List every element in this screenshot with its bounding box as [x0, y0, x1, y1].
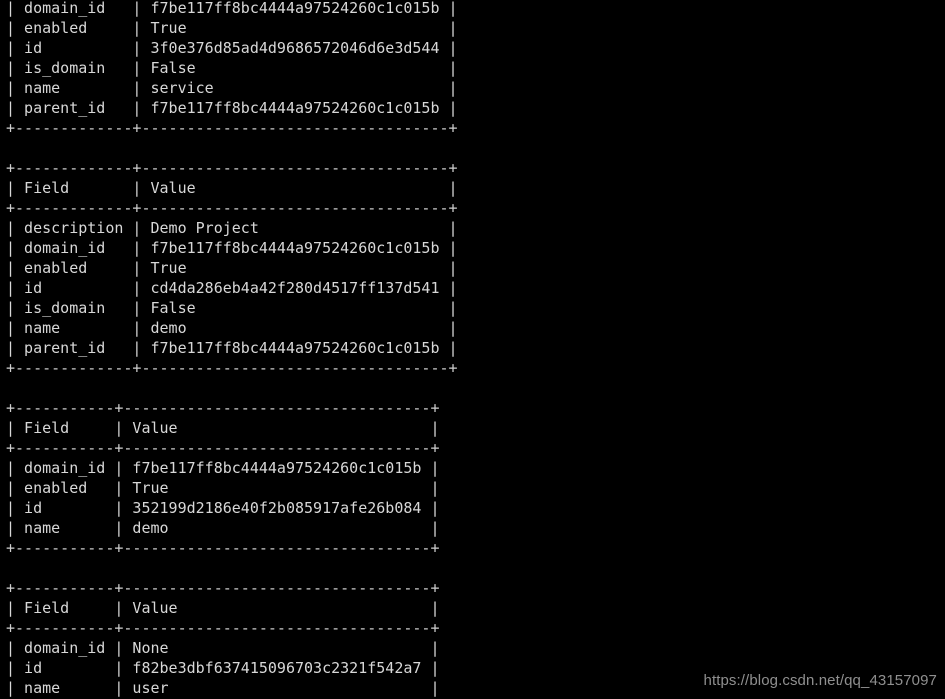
table-row-line: | description | Demo Project | — [6, 219, 458, 237]
table-rule-line: +-------------+-------------------------… — [6, 119, 458, 137]
table-row-line: | id | 352199d2186e40f2b085917afe26b084 … — [6, 499, 440, 517]
table-row-line: | parent_id | f7be117ff8bc4444a97524260c… — [6, 99, 458, 117]
table-row-line: | id | cd4da286eb4a42f280d4517ff137d541 … — [6, 279, 458, 297]
table-row-line: | is_domain | False | — [6, 299, 458, 317]
table-row-line: | name | demo | — [6, 519, 440, 537]
watermark-url: https://blog.csdn.net/qq_43157097 — [703, 672, 937, 689]
terminal-window[interactable]: | domain_id | f7be117ff8bc4444a97524260c… — [0, 0, 945, 699]
table-row-line: | is_domain | False | — [6, 59, 458, 77]
table-row-line: | name | demo | — [6, 319, 458, 337]
table-row-line: | enabled | True | — [6, 19, 458, 37]
table-row-line: | enabled | True | — [6, 259, 458, 277]
table-row-line: | domain_id | f7be117ff8bc4444a97524260c… — [6, 239, 458, 257]
table-rule-line: +-----------+---------------------------… — [6, 399, 440, 417]
table-row-line: | id | 3f0e376d85ad4d9686572046d6e3d544 … — [6, 39, 458, 57]
table-rule-line: +-------------+-------------------------… — [6, 359, 458, 377]
table-rule-line: +-------------+-------------------------… — [6, 159, 458, 177]
terminal-scrollback[interactable]: | domain_id | f7be117ff8bc4444a97524260c… — [6, 0, 945, 699]
table-row-line: | domain_id | None | — [6, 639, 440, 657]
table-row-line: | parent_id | f7be117ff8bc4444a97524260c… — [6, 339, 458, 357]
table-rule-line: +-----------+---------------------------… — [6, 539, 440, 557]
table-row-line: | Field | Value | — [6, 599, 440, 617]
table-row-line: | Field | Value | — [6, 179, 458, 197]
table-row-line: | domain_id | f7be117ff8bc4444a97524260c… — [6, 0, 458, 17]
table-row-line: | Field | Value | — [6, 419, 440, 437]
table-row-line: | name | service | — [6, 79, 458, 97]
table-row-line: | enabled | True | — [6, 479, 440, 497]
table-rule-line: +-----------+---------------------------… — [6, 619, 440, 637]
table-rule-line: +-------------+-------------------------… — [6, 199, 458, 217]
table-rule-line: +-----------+---------------------------… — [6, 579, 440, 597]
table-rule-line: +-----------+---------------------------… — [6, 439, 440, 457]
table-row-line: | domain_id | f7be117ff8bc4444a97524260c… — [6, 459, 440, 477]
